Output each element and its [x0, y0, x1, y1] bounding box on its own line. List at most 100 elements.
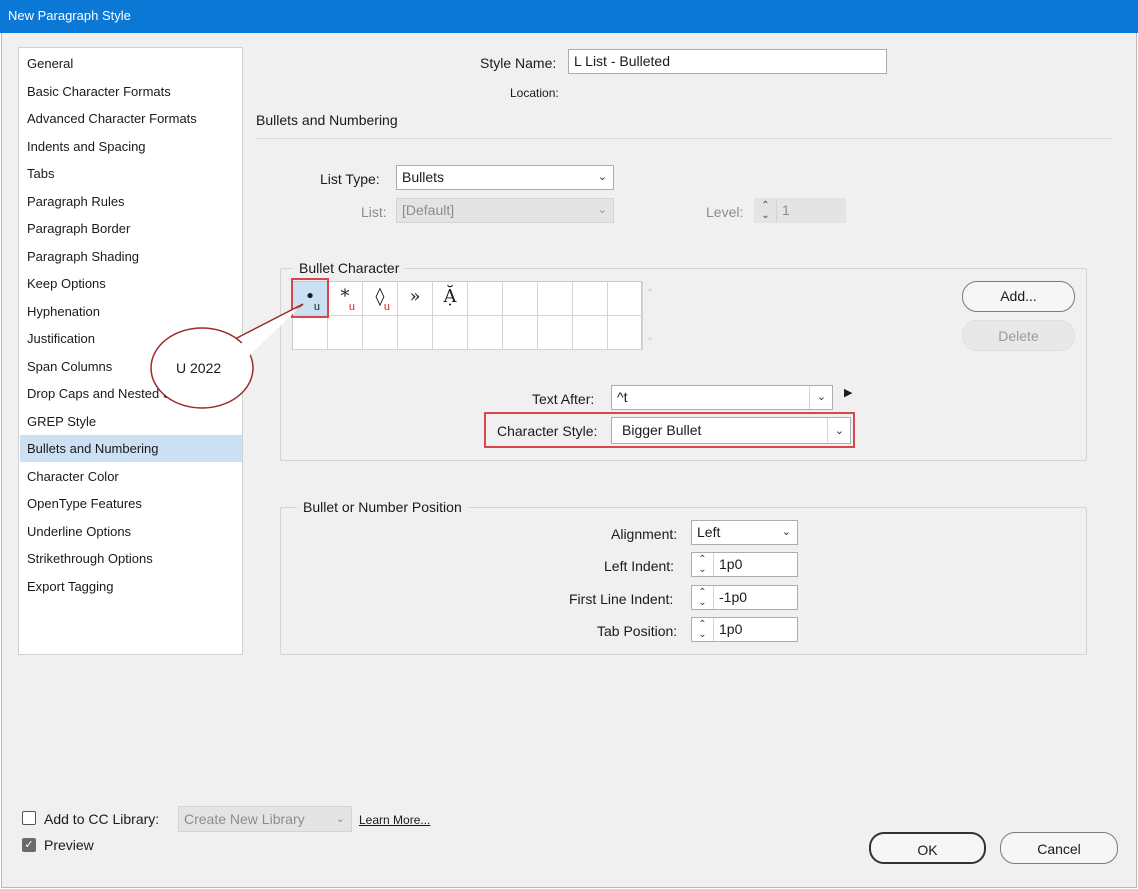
- sidebar-item-strikethrough-options[interactable]: Strikethrough Options: [20, 545, 242, 572]
- tab-position-stepper[interactable]: ⌃ ⌄ 1p0: [691, 617, 798, 642]
- chevron-down-icon: ⌄: [597, 171, 607, 183]
- unicode-marker: u: [348, 301, 355, 313]
- unicode-marker: u: [383, 301, 390, 313]
- glyph-cell-empty[interactable]: [398, 316, 433, 350]
- learn-more-link[interactable]: Learn More...: [359, 813, 430, 827]
- sidebar-item-opentype-features[interactable]: OpenType Features: [20, 490, 242, 517]
- location-label: Location:: [510, 86, 559, 100]
- chevron-down-icon: ⌄: [834, 425, 844, 437]
- alignment-value: Left: [697, 524, 721, 540]
- alignment-dropdown[interactable]: Left ⌄: [691, 520, 798, 545]
- chevron-down-icon: ⌄: [597, 204, 607, 216]
- position-group: [280, 507, 1087, 655]
- sidebar-item-export-tagging[interactable]: Export Tagging: [20, 573, 242, 600]
- glyph-cell-empty[interactable]: [468, 282, 503, 316]
- sidebar-item-paragraph-border[interactable]: Paragraph Border: [20, 215, 242, 242]
- section-title: Bullets and Numbering: [256, 112, 398, 128]
- combo-divider: [827, 418, 828, 443]
- cc-library-dropdown[interactable]: Create New Library ⌄: [178, 806, 352, 832]
- glyph-cell-empty[interactable]: [433, 316, 468, 350]
- title-bar: New Paragraph Style: [0, 0, 1138, 33]
- position-group-title: Bullet or Number Position: [297, 499, 468, 515]
- glyph-cell-empty[interactable]: [608, 316, 643, 350]
- sidebar-item-paragraph-rules[interactable]: Paragraph Rules: [20, 188, 242, 215]
- chevron-down-icon[interactable]: ⌄: [817, 386, 826, 408]
- list-type-value: Bullets: [402, 169, 445, 185]
- left-indent-stepper[interactable]: ⌃ ⌄ 1p0: [691, 552, 798, 577]
- glyph-cell-lozenge[interactable]: ◊ u: [363, 282, 398, 316]
- stepper-arrows-icon[interactable]: ⌃ ⌄: [755, 199, 777, 222]
- bullet-glyph-grid: • u * u ◊ u » Ặ: [292, 281, 643, 350]
- sidebar-item-basic-character-formats[interactable]: Basic Character Formats: [20, 78, 242, 105]
- checkmark-icon: ✓: [24, 839, 34, 851]
- text-after-label: Text After:: [532, 391, 595, 407]
- first-line-indent-value: -1p0: [719, 589, 748, 605]
- cancel-button[interactable]: Cancel: [1000, 832, 1118, 864]
- glyph-cell-empty[interactable]: [503, 282, 538, 316]
- text-after-value: ^t: [617, 389, 628, 405]
- glyph-cell-a-accent[interactable]: Ặ: [433, 282, 468, 316]
- glyph-char: »: [409, 286, 421, 307]
- style-name-label: Style Name:: [480, 55, 557, 71]
- tab-position-value: 1p0: [719, 621, 743, 637]
- left-indent-value: 1p0: [719, 556, 743, 572]
- glyph-cell-empty[interactable]: [328, 316, 363, 350]
- char-style-dropdown[interactable]: Bigger Bullet ⌄: [611, 417, 851, 444]
- level-value: 1: [782, 202, 790, 218]
- glyph-cell-empty[interactable]: [538, 316, 573, 350]
- sidebar-item-paragraph-shading[interactable]: Paragraph Shading: [20, 243, 242, 270]
- glyph-char: Ặ: [443, 286, 457, 307]
- stepper-arrows-icon[interactable]: ⌃ ⌄: [692, 553, 714, 576]
- alignment-label: Alignment:: [611, 526, 678, 542]
- style-name-input[interactable]: L List - Bulleted: [568, 49, 887, 74]
- sidebar-item-advanced-character-formats[interactable]: Advanced Character Formats: [20, 105, 242, 132]
- glyph-cell-guillemet[interactable]: »: [398, 282, 433, 316]
- tab-position-label: Tab Position:: [597, 623, 678, 639]
- glyph-cell-empty[interactable]: [363, 316, 398, 350]
- glyph-cell-empty[interactable]: [503, 316, 538, 350]
- char-style-value: Bigger Bullet: [622, 422, 702, 438]
- glyph-cell-empty[interactable]: [573, 282, 608, 316]
- preview-checkbox[interactable]: ✓: [22, 838, 36, 852]
- list-dropdown[interactable]: [Default] ⌄: [396, 198, 614, 223]
- char-style-label: Character Style:: [497, 423, 598, 439]
- glyph-cell-asterisk[interactable]: * u: [328, 282, 363, 316]
- sidebar-item-underline-options[interactable]: Underline Options: [20, 518, 242, 545]
- glyph-cell-empty[interactable]: [538, 282, 573, 316]
- sidebar-item-character-color[interactable]: Character Color: [20, 463, 242, 490]
- glyph-cell-empty[interactable]: [468, 316, 503, 350]
- cc-library-checkbox[interactable]: [22, 811, 36, 825]
- stepper-arrows-icon[interactable]: ⌃ ⌄: [692, 586, 714, 609]
- bullet-character-title: Bullet Character: [293, 260, 406, 276]
- stepper-arrows-icon[interactable]: ⌃ ⌄: [692, 618, 714, 641]
- callout-bubble: [150, 303, 304, 409]
- sidebar-item-general[interactable]: General: [20, 50, 242, 77]
- grid-scroll-up-icon[interactable]: ⌃: [646, 288, 654, 299]
- section-divider: [256, 138, 1112, 139]
- glyph-char: ◊: [375, 286, 385, 307]
- sidebar-item-keep-options[interactable]: Keep Options: [20, 270, 242, 297]
- first-line-indent-stepper[interactable]: ⌃ ⌄ -1p0: [691, 585, 798, 610]
- grid-scroll-down-icon[interactable]: ⌄: [646, 332, 654, 343]
- ok-button[interactable]: OK: [869, 832, 986, 864]
- level-stepper[interactable]: ⌃ ⌄ 1: [754, 198, 846, 223]
- cc-library-value: Create New Library: [184, 811, 305, 827]
- glyph-cell-empty[interactable]: [608, 282, 643, 316]
- add-button[interactable]: Add...: [962, 281, 1075, 312]
- glyph-char: *: [340, 286, 350, 307]
- list-type-dropdown[interactable]: Bullets ⌄: [396, 165, 614, 190]
- window-title: New Paragraph Style: [8, 8, 131, 23]
- glyph-cell-empty[interactable]: [573, 316, 608, 350]
- text-after-combo[interactable]: ^t ⌄: [611, 385, 833, 410]
- cc-library-label: Add to CC Library:: [44, 811, 160, 827]
- special-char-menu-icon[interactable]: ▶: [844, 386, 852, 399]
- sidebar-item-tabs[interactable]: Tabs: [20, 160, 242, 187]
- chevron-down-icon: ⌄: [781, 526, 791, 538]
- list-label: List:: [361, 204, 387, 220]
- sidebar-item-indents-and-spacing[interactable]: Indents and Spacing: [20, 133, 242, 160]
- first-line-indent-label: First Line Indent:: [569, 591, 674, 607]
- delete-button[interactable]: Delete: [962, 320, 1075, 351]
- callout-text: U 2022: [176, 360, 222, 376]
- list-type-label: List Type:: [320, 171, 380, 187]
- sidebar-item-bullets-and-numbering[interactable]: Bullets and Numbering: [20, 435, 242, 462]
